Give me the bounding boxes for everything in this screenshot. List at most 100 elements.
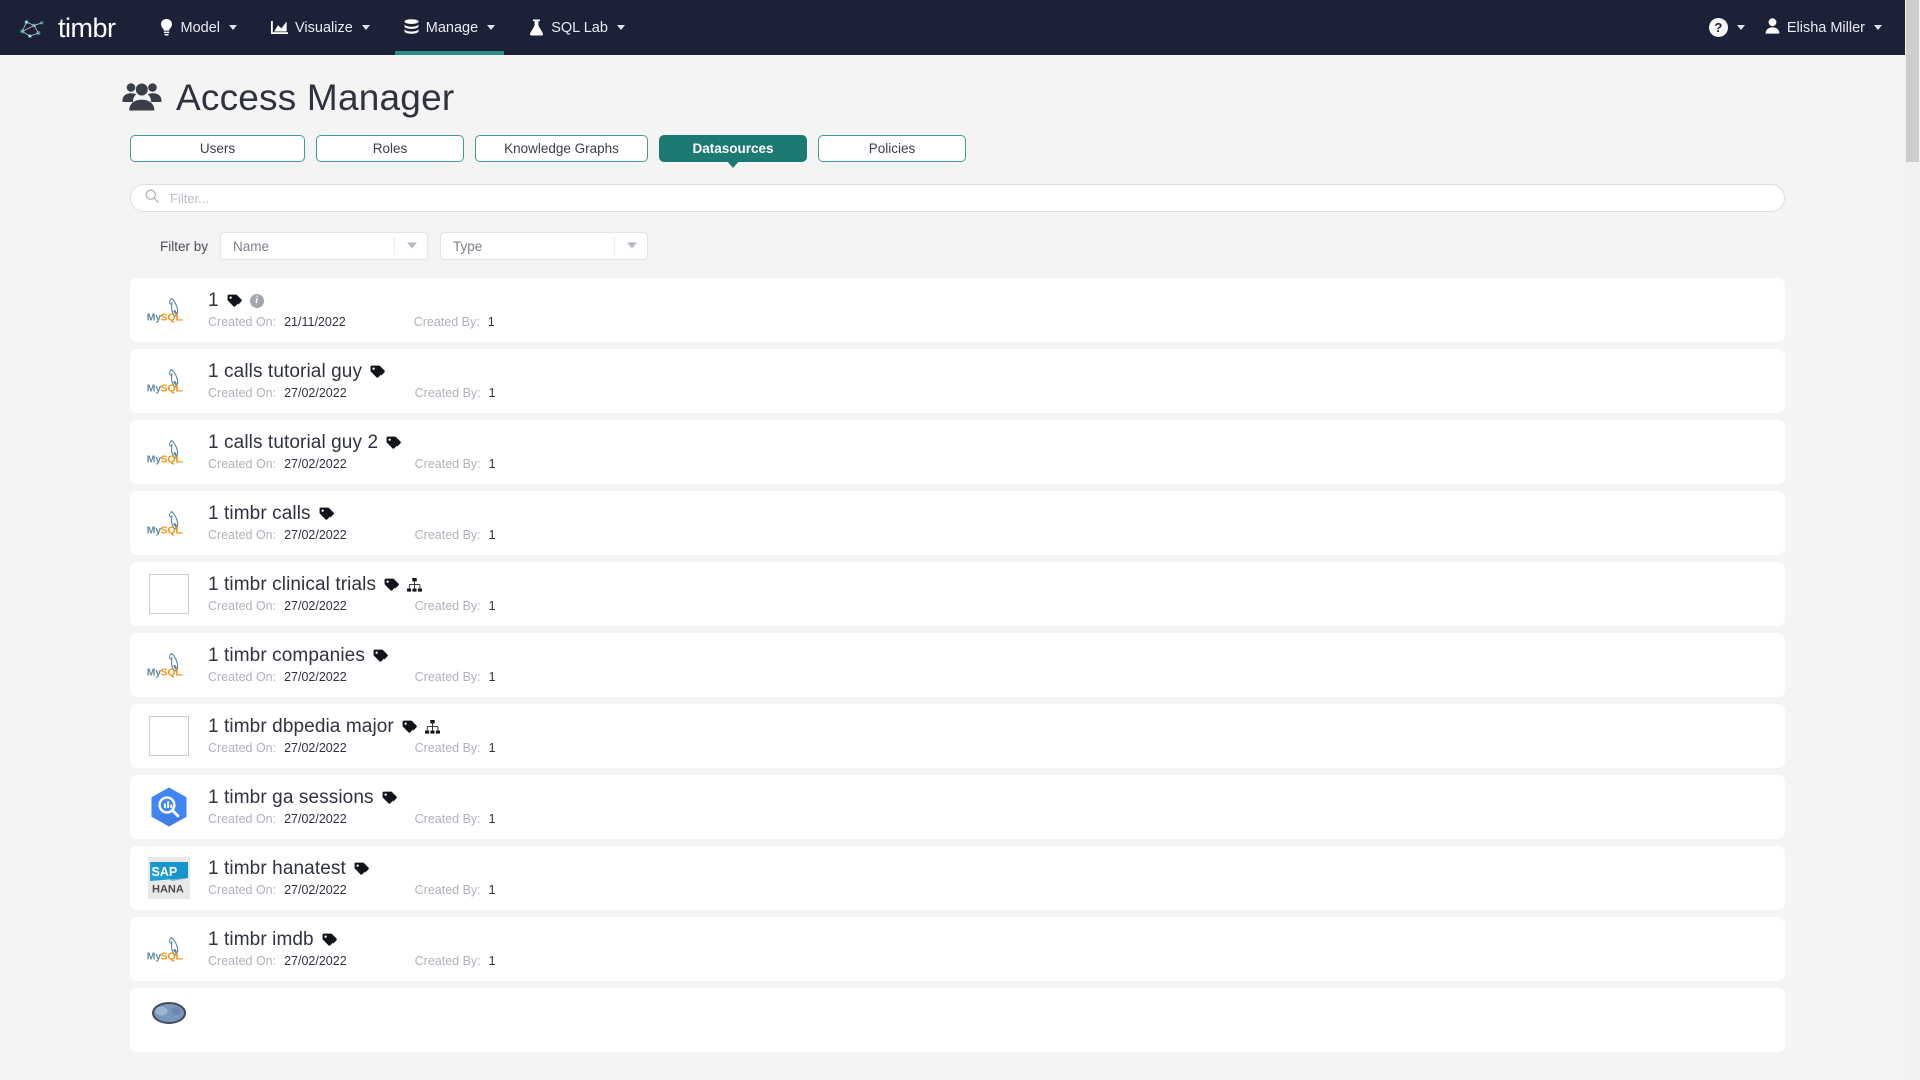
created-on-value: 27/02/2022 [284,456,347,471]
no-logo-placeholder [149,716,189,756]
sitemap-graph-icon[interactable] [407,578,423,593]
datasource-meta: Created On: 27/02/2022 Created By: 1 [208,741,496,755]
datasource-title-line: 1 timbr calls [208,503,496,525]
user-avatar-icon [1765,17,1780,38]
datasource-row[interactable]: My SQL 1 timbr companies Created On: 27/0… [130,633,1785,697]
datasource-meta: Created On: 27/02/2022 Created By: 1 [208,883,496,897]
datasource-row[interactable]: My SQL 1 calls tutorial guy Created On: 2… [130,349,1785,413]
created-by-label: Created By: [414,527,481,542]
tab-users[interactable]: Users [130,135,305,162]
nav-item-manage[interactable]: Manage [387,0,512,55]
svg-text:SQL: SQL [161,384,182,395]
svg-text:My: My [147,952,162,963]
datasource-name: 1 timbr clinical trials [208,574,377,596]
datasource-logo: My SQL [146,642,192,688]
svg-text:SQL: SQL [161,668,182,679]
flask-icon [529,19,544,36]
datasource-row[interactable]: SAP HANA 1 timbr hanatest Created On: 27/… [130,846,1785,910]
tab-knowledge-graphs[interactable]: Knowledge Graphs [475,135,648,162]
select-divider [614,237,616,255]
tab-roles[interactable]: Roles [316,135,464,162]
created-by-label: Created By: [414,669,481,684]
datasource-row[interactable] [130,988,1785,1052]
tag-icon[interactable] [319,507,334,522]
created-by-value: 1 [488,953,496,968]
mysql-logo-icon: My SQL [147,439,183,466]
nav-menu: Model Visualize Manage SQL Lab [142,0,642,55]
svg-text:SQL: SQL [161,455,182,466]
datasource-row[interactable]: My SQL 1 timbr calls Created On: 27/02/20… [130,491,1785,555]
nav-item-label: Model [180,19,221,36]
help-button[interactable]: ? [1701,12,1753,43]
timbr-logo[interactable]: timbr [18,13,116,43]
created-on-value: 27/02/2022 [284,598,347,613]
created-on-label: Created On: [208,385,277,400]
created-by-label: Created By: [414,385,481,400]
svg-text:My: My [147,384,162,395]
tag-icon[interactable] [227,294,242,309]
datasource-row-body: 1 timbr dbpedia major Created On: 27/02/2… [208,716,496,755]
datasource-meta: Created On: 27/02/2022 Created By: 1 [208,528,496,542]
datasource-title-line: 1 timbr companies [208,645,496,667]
filter-row: Filter by Name Type [0,212,1920,260]
nav-item-model[interactable]: Model [142,0,255,55]
datasource-meta: Created On: 27/02/2022 Created By: 1 [208,599,496,613]
datasource-meta: Created On: 27/02/2022 Created By: 1 [208,954,496,968]
datasource-row-body: 1 calls tutorial guy Created On: 27/02/20… [208,361,496,400]
datasource-row[interactable]: My SQL 1 i Created On: 21/11/2022 Created … [130,278,1785,342]
search-section [0,162,1920,212]
filter-type-select[interactable]: Type [440,232,649,260]
tag-icon[interactable] [386,436,401,451]
scrollbar-thumb[interactable] [1906,0,1919,162]
users-group-icon [122,81,162,116]
tag-icon[interactable] [402,720,417,735]
nav-item-label: Manage [425,19,479,36]
created-on-value: 27/02/2022 [284,953,347,968]
datasource-logo: My SQL [146,287,192,333]
datasource-meta: Created On: 27/02/2022 Created By: 1 [208,386,496,400]
datasource-title-line: 1 timbr clinical trials [208,574,496,596]
brand-name: timbr [58,13,116,43]
created-by-value: 1 [488,882,496,897]
tag-icon[interactable] [382,791,397,806]
nav-item-visualize[interactable]: Visualize [254,0,387,55]
datasource-logo: My SQL [146,429,192,475]
page-scrollbar[interactable] [1905,0,1920,1080]
created-by-value: 1 [488,598,496,613]
sitemap-graph-icon[interactable] [424,720,440,735]
tag-icon[interactable] [354,862,369,877]
filter-name-select[interactable]: Name [220,232,429,260]
timbr-mark-icon [20,19,44,38]
datasource-logo [146,997,192,1043]
search-box[interactable] [130,184,1785,212]
datasource-row[interactable]: 1 timbr ga sessions Created On: 27/02/202… [130,775,1785,839]
datasource-title-line: 1 timbr imdb [208,929,496,951]
datasource-title-line: 1 calls tutorial guy 2 [208,432,496,454]
datasource-row[interactable]: 1 timbr dbpedia major Created On: 27/02/2… [130,704,1785,768]
svg-text:My: My [147,526,162,537]
user-menu-button[interactable]: Elisha Miller [1757,12,1890,44]
datasource-row-body: 1 timbr calls Created On: 27/02/2022 Creat… [208,503,496,542]
created-by-value: 1 [487,314,495,329]
mysql-logo-icon: My SQL [147,652,183,679]
tag-icon[interactable] [322,933,337,948]
created-on-value: 27/02/2022 [284,669,347,684]
datasource-row[interactable]: My SQL 1 timbr imdb Created On: 27/02/202… [130,917,1785,981]
created-on-label: Created On: [208,456,277,471]
tag-icon[interactable] [384,578,399,593]
tab-policies[interactable]: Policies [818,135,966,162]
search-input[interactable] [168,189,1770,207]
datasource-row[interactable]: My SQL 1 calls tutorial guy 2 Created On… [130,420,1785,484]
datasource-logo: My SQL [146,358,192,404]
tag-icon[interactable] [373,649,388,664]
nav-item-label: Visualize [295,19,353,36]
datasource-logo: My SQL [146,500,192,546]
page-title: Access Manager [176,77,455,118]
created-by-label: Created By: [414,456,481,471]
info-icon[interactable]: i [249,294,264,309]
datasource-row[interactable]: 1 timbr clinical trials Created On: 27/02… [130,562,1785,626]
nav-item-sql-lab[interactable]: SQL Lab [512,0,642,55]
tab-datasources[interactable]: Datasources [659,135,807,162]
tag-icon[interactable] [370,365,385,380]
datasource-logo: SAP HANA [146,855,192,901]
